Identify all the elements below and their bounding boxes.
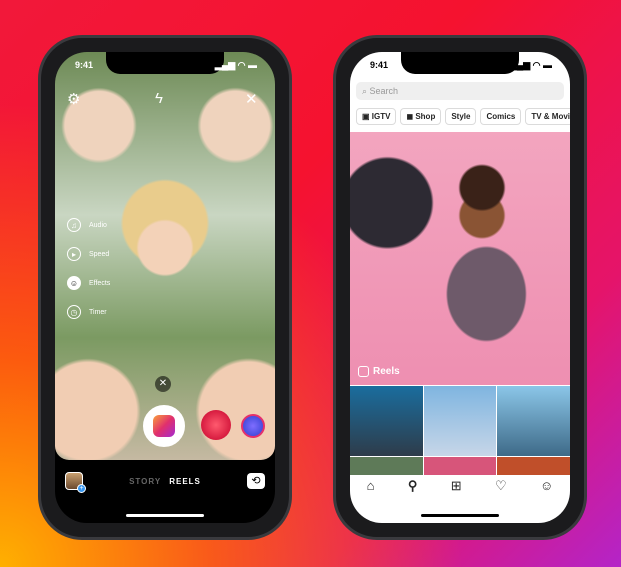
mode-selector: STORY REELS xyxy=(129,477,201,486)
heart-icon[interactable]: ♡ xyxy=(495,478,507,494)
signal-wifi-battery-icon: ▂▄▆ ◠ ▬ xyxy=(509,60,552,70)
camera-bottom-bar: + STORY REELS ⟲ xyxy=(65,472,265,493)
reels-icon xyxy=(153,415,175,437)
effect-thumbnail[interactable] xyxy=(201,410,231,440)
plus-icon: + xyxy=(77,484,86,493)
tab-bar: ⌂ ⚲ ⊞ ♡ ☺ xyxy=(350,478,570,494)
igtv-icon: ▣ xyxy=(362,112,372,121)
tool-audio[interactable]: ♫ Audio xyxy=(67,218,107,232)
tool-label: Audio xyxy=(89,221,107,229)
tool-label: Speed xyxy=(89,250,110,258)
search-icon[interactable]: ⚲ xyxy=(408,478,418,494)
record-button[interactable] xyxy=(143,405,185,447)
shopping-bag-icon: ◼ xyxy=(406,112,416,121)
reel-video[interactable]: Reels xyxy=(350,132,570,385)
phone-explore: 9:41 ▂▄▆ ◠ ▬ ⌕ Search ▣ IGTV ◼ Shop Styl… xyxy=(333,35,587,540)
profile-icon[interactable]: ☺ xyxy=(540,478,553,494)
timer-icon: ◷ xyxy=(67,305,81,319)
flip-camera-icon[interactable]: ⟲ xyxy=(246,473,265,489)
grid-thumbnail[interactable] xyxy=(423,457,497,475)
explore-screen: 9:41 ▂▄▆ ◠ ▬ ⌕ Search ▣ IGTV ◼ Shop Styl… xyxy=(350,52,570,523)
tool-speed[interactable]: ▸ Speed xyxy=(67,247,109,261)
reels-label-text: Reels xyxy=(373,366,400,377)
status-bar: 9:41 ▂▄▆ ◠ ▬ xyxy=(370,60,552,71)
camera-screen: 9:41 ▂▄▆ ◠ ▬ ⚙ ϟ ✕ ♫ Audio ▸ Speed ☺ Effect… xyxy=(55,52,275,523)
grid-thumbnail[interactable] xyxy=(350,386,423,456)
grid-thumbnail[interactable] xyxy=(350,457,423,475)
signal-wifi-battery-icon: ▂▄▆ ◠ ▬ xyxy=(214,60,257,70)
tool-label: Effects xyxy=(89,279,111,287)
chip-style[interactable]: Style xyxy=(445,108,477,125)
grid-thumbnail[interactable] xyxy=(497,457,570,475)
status-time: 9:41 xyxy=(370,60,389,70)
search-input[interactable]: ⌕ Search xyxy=(356,82,564,100)
reels-icon xyxy=(358,366,369,377)
speed-icon: ▸ xyxy=(67,247,81,261)
category-chips: ▣ IGTV ◼ Shop Style Comics TV & Movie xyxy=(356,108,570,125)
gallery-button[interactable]: + xyxy=(65,472,86,493)
chip-tv-movie[interactable]: TV & Movie xyxy=(525,108,570,125)
chip-comics[interactable]: Comics xyxy=(480,108,522,125)
tool-effects[interactable]: ☺ Effects xyxy=(67,276,110,290)
phone-camera: 9:41 ▂▄▆ ◠ ▬ ⚙ ϟ ✕ ♫ Audio ▸ Speed ☺ Effect… xyxy=(38,35,292,540)
home-icon[interactable]: ⌂ xyxy=(367,478,375,494)
search-placeholder: Search xyxy=(369,86,399,96)
status-time: 9:41 xyxy=(75,60,94,70)
home-indicator xyxy=(126,514,204,517)
mode-reels[interactable]: REELS xyxy=(169,477,201,486)
close-icon[interactable]: ✕ xyxy=(245,90,258,108)
effects-icon: ☺ xyxy=(67,276,81,290)
chip-label: Shop xyxy=(415,112,436,121)
mode-story[interactable]: STORY xyxy=(129,477,161,486)
chip-igtv[interactable]: ▣ IGTV xyxy=(356,108,397,125)
grid-thumbnail[interactable] xyxy=(423,386,497,456)
tool-label: Timer xyxy=(89,308,107,316)
settings-icon[interactable]: ⚙ xyxy=(67,90,80,108)
reels-label: Reels xyxy=(358,366,400,377)
search-icon: ⌕ xyxy=(362,86,370,96)
tool-timer[interactable]: ◷ Timer xyxy=(67,305,107,319)
remove-effect-button[interactable]: ✕ xyxy=(155,376,171,392)
music-note-icon: ♫ xyxy=(67,218,81,232)
chip-shop[interactable]: ◼ Shop xyxy=(400,108,442,125)
grid-thumbnail[interactable] xyxy=(497,386,570,456)
add-post-icon[interactable]: ⊞ xyxy=(451,478,462,494)
home-indicator xyxy=(421,514,499,517)
chip-label: IGTV xyxy=(371,112,391,121)
explore-grid xyxy=(350,386,570,475)
effect-thumbnail[interactable] xyxy=(241,414,265,438)
status-bar: 9:41 ▂▄▆ ◠ ▬ xyxy=(75,60,257,71)
flash-icon[interactable]: ϟ xyxy=(155,90,163,107)
